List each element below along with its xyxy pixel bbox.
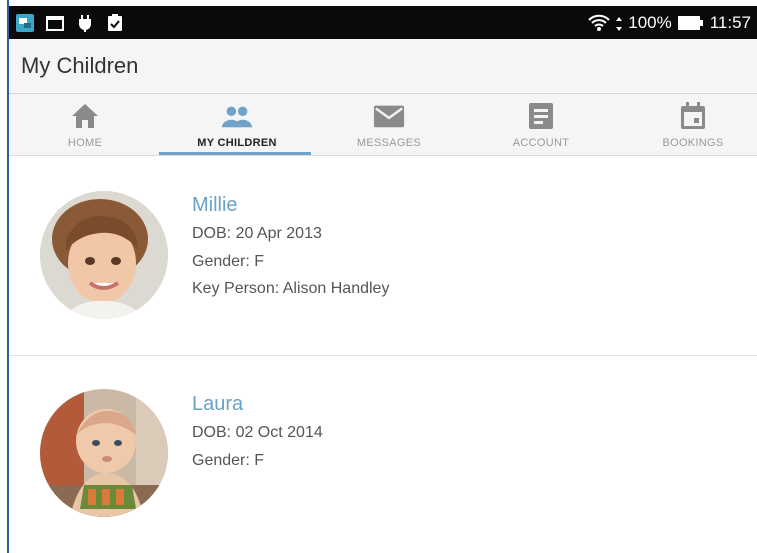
status-icons-left (15, 13, 125, 33)
people-icon (221, 100, 253, 132)
tab-my-children[interactable]: MY CHILDREN (161, 94, 313, 156)
avatar (40, 389, 168, 517)
active-tab-indicator (159, 152, 311, 155)
android-debug-icon (75, 13, 95, 33)
clock: 11:57 (709, 12, 751, 32)
calendar-icon (677, 100, 709, 132)
app-bar: My Children (9, 39, 757, 94)
tab-bar: HOME MY CHILDREN MESSAGES ACCOUNT BOOKIN… (9, 94, 757, 156)
app-notification-icon (15, 13, 35, 33)
tab-label: BOOKINGS (662, 137, 724, 149)
home-icon (69, 100, 101, 132)
tab-label: ACCOUNT (512, 137, 570, 149)
wifi-icon (588, 13, 610, 33)
child-name[interactable]: Laura (192, 393, 243, 416)
child-gender: Gender: F (192, 253, 265, 270)
battery-level: 100% (628, 12, 672, 32)
data-arrows-icon (616, 16, 623, 31)
tab-label: HOME (67, 137, 103, 149)
list-item[interactable]: Laura DOB: 02 Oct 2014 Gender: F (9, 357, 757, 553)
child-dob: DOB: 20 Apr 2013 (192, 225, 322, 242)
folder-icon (45, 13, 65, 33)
status-icons-right: 100% 11:57 (588, 13, 751, 33)
tab-label: MY CHILDREN (197, 137, 277, 149)
child-name[interactable]: Millie (192, 194, 238, 217)
list-item[interactable]: Millie DOB: 20 Apr 2013 Gender: F Key Pe… (9, 157, 757, 356)
child-key-person: Key Person: Alison Handley (192, 280, 390, 297)
avatar (40, 191, 168, 319)
document-icon (525, 100, 557, 132)
tab-bookings[interactable]: BOOKINGS (617, 94, 757, 156)
tab-messages[interactable]: MESSAGES (313, 94, 465, 156)
tab-label: MESSAGES (356, 137, 422, 149)
child-dob: DOB: 02 Oct 2014 (192, 424, 323, 441)
child-gender: Gender: F (192, 452, 265, 469)
tab-account[interactable]: ACCOUNT (465, 94, 617, 156)
envelope-icon (373, 100, 405, 132)
page-title: My Children (21, 53, 139, 78)
battery-icon (677, 15, 704, 31)
tab-home[interactable]: HOME (9, 94, 161, 156)
status-bar: 100% 11:57 (9, 6, 757, 39)
clipboard-check-icon (105, 13, 125, 33)
